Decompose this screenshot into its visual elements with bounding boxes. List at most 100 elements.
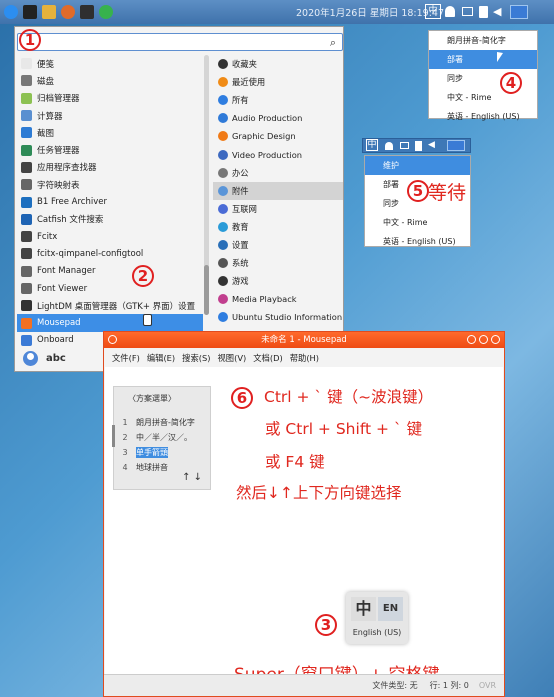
browser-icon[interactable] [61, 5, 75, 19]
file-manager-icon[interactable] [42, 5, 56, 19]
app-item[interactable]: Catfish 文件搜索 [17, 211, 203, 228]
user-avatar-icon [23, 351, 38, 366]
app-item[interactable]: fcitx-qimpanel-configtool [17, 245, 203, 262]
app-label: 计算器 [37, 111, 63, 122]
menubar-item[interactable]: 帮助(H) [290, 352, 319, 364]
notification-bell-icon[interactable] [445, 6, 455, 17]
instruction-line-3: 或 F4 键 [265, 453, 325, 471]
battery-icon[interactable] [415, 141, 422, 151]
step-badge-5: 5 [407, 180, 429, 202]
app-item[interactable]: Font Manager [17, 263, 203, 280]
category-item[interactable]: Ubuntu Studio Information [213, 308, 343, 326]
app-item[interactable]: Fcitx [17, 228, 203, 245]
chat-icon[interactable] [462, 7, 473, 16]
close-icon[interactable] [491, 335, 500, 344]
category-item[interactable]: 收藏夹 [213, 55, 343, 73]
app-item[interactable]: Mousepad [17, 314, 203, 332]
category-icon [218, 113, 228, 124]
app-item[interactable]: 便笺 [17, 55, 203, 72]
app-icon [21, 127, 32, 139]
tray-menu-item[interactable]: 维护 [365, 156, 470, 175]
app-item[interactable]: 应用程序查找器 [17, 159, 203, 176]
app-item[interactable]: 归档管理器 [17, 90, 203, 107]
category-label: 游戏 [232, 276, 249, 287]
ime-option-label: 地球拼音 [136, 463, 168, 472]
category-item[interactable]: 教育 [213, 218, 343, 236]
workspace-switcher[interactable] [510, 5, 528, 19]
instruction-line-4: 然后↓↑上下方向键选择 [236, 484, 402, 502]
workspace-switcher[interactable] [447, 140, 465, 151]
app-item[interactable]: 任务管理器 [17, 141, 203, 158]
category-item[interactable]: 办公 [213, 164, 343, 182]
volume-icon[interactable]: ◀ [493, 5, 501, 18]
tray-menu-item[interactable]: 中文 - Rime [429, 88, 537, 107]
whisker-menu-icon[interactable] [4, 5, 18, 19]
menubar-item[interactable]: 编辑(E) [147, 352, 175, 364]
ime-english-key: EN [378, 597, 403, 621]
category-label: 最近使用 [232, 77, 266, 88]
category-item[interactable]: 系统 [213, 254, 343, 272]
category-item[interactable]: Graphic Design [213, 127, 343, 145]
status-filetype[interactable]: 文件类型: 无 [372, 680, 417, 691]
chat-icon[interactable] [400, 142, 409, 149]
scrollbar-thumb[interactable] [204, 265, 209, 315]
window-titlebar[interactable]: 未命名 1 - Mousepad [104, 332, 504, 348]
tray-menu-item[interactable]: 朗月拼音-简化字 [429, 31, 537, 50]
app-item[interactable]: B1 Free Archiver [17, 193, 203, 210]
search-input[interactable]: ⌕ [17, 33, 343, 51]
menubar-item[interactable]: 文档(D) [253, 352, 282, 364]
text-editor-area[interactable]: 〈方案選單〉 1 朗月拼音-简化字 2 中／半／汉／。 3 单手箭頭 4 地球拼音 ↑ ↓ 6… [105, 367, 503, 685]
ime-option[interactable]: 3 单手箭頭 [114, 445, 210, 460]
category-item[interactable]: 互联网 [213, 200, 343, 218]
minimize-icon[interactable] [467, 335, 476, 344]
maximize-icon[interactable] [479, 335, 488, 344]
media-icon[interactable] [80, 5, 94, 19]
ime-option-number: 2 [122, 433, 128, 442]
app-icon [21, 110, 32, 122]
ime-option-label: 单手箭頭 [136, 447, 168, 458]
tray-menu-item[interactable]: 中文 - Rime [365, 213, 470, 232]
category-item[interactable]: 设置 [213, 236, 343, 254]
category-item[interactable]: 最近使用 [213, 73, 343, 91]
app-list-scrollbar[interactable] [204, 55, 209, 315]
ime-tray-icon-2[interactable]: 中 [366, 139, 378, 151]
category-item[interactable]: 所有 [213, 91, 343, 109]
terminal-icon[interactable] [23, 5, 37, 19]
notification-bell-icon[interactable] [385, 142, 393, 150]
tray-menu-item[interactable]: 英语 - English (US) [365, 232, 470, 251]
user-account[interactable]: abc [15, 345, 107, 372]
category-item[interactable]: 游戏 [213, 272, 343, 290]
menubar-item[interactable]: 搜索(S) [182, 352, 210, 364]
step-badge-4: 4 [500, 72, 522, 94]
category-item[interactable]: Audio Production [213, 109, 343, 127]
ime-nav-arrows[interactable]: ↑ ↓ [182, 472, 202, 483]
battery-icon[interactable] [479, 6, 488, 18]
category-label: 系统 [232, 258, 249, 269]
category-item[interactable]: 附件 [213, 181, 343, 200]
tray-menu-item[interactable]: 部署 [429, 50, 537, 69]
category-item[interactable]: Video Production [213, 145, 343, 163]
app-label: Onboard [37, 335, 74, 346]
app-label: 磁盘 [37, 76, 55, 87]
menubar-item[interactable]: 视图(V) [218, 352, 247, 364]
ime-tray-icon[interactable]: 中 [425, 4, 441, 19]
ime-option[interactable]: 1 朗月拼音-简化字 [114, 415, 210, 430]
app-item[interactable]: Font Viewer [17, 280, 203, 297]
app-icon [21, 300, 32, 312]
panel-clock[interactable]: 2020年1月26日 星期日 18:19:47 [296, 5, 444, 19]
app-label: Font Viewer [37, 283, 88, 294]
menubar-item[interactable]: 文件(F) [112, 352, 140, 364]
app-item[interactable]: 计算器 [17, 107, 203, 124]
ime-option[interactable]: 2 中／半／汉／。 [114, 430, 210, 445]
app-item[interactable]: 磁盘 [17, 72, 203, 89]
tray-menu-item[interactable]: 英语 - English (US) [429, 107, 537, 126]
volume-icon[interactable]: ◀ [428, 140, 435, 150]
app-item[interactable]: 字符映射表 [17, 176, 203, 193]
step-badge-1: 1 [19, 29, 41, 51]
mouse-pointer-icon [497, 52, 503, 62]
category-item[interactable]: Media Playback [213, 290, 343, 308]
app-item[interactable]: 截图 [17, 124, 203, 141]
settings-icon[interactable] [99, 5, 113, 19]
ime-switch-label: English (US) [352, 628, 402, 637]
app-item[interactable]: LightDM 桌面管理器（GTK+ 界面）设置 [17, 297, 203, 314]
